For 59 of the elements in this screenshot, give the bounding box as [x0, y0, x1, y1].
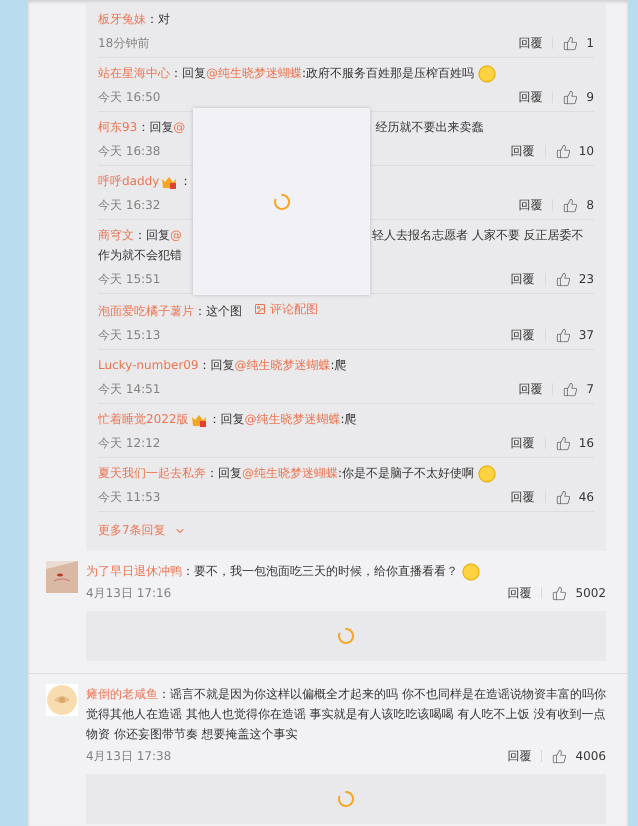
- comment-text: 忙着睡觉2022版 ：回复@纯生晓梦迷蝴蝶:爬: [98, 411, 358, 429]
- loading-spinner-icon: [272, 192, 290, 210]
- thumbs-up-icon: [556, 144, 571, 158]
- thumbs-up-icon: [552, 748, 568, 764]
- like-button[interactable]: 7: [563, 379, 594, 399]
- reply-button[interactable]: 回覆: [518, 195, 542, 215]
- comment-text: 板牙兔妹：对: [98, 11, 171, 28]
- reply-button[interactable]: 回覆: [510, 433, 535, 453]
- timestamp: 今天 16:50: [98, 89, 160, 106]
- timestamp: 今天 16:32: [98, 197, 160, 214]
- like-button[interactable]: 9: [563, 87, 594, 107]
- timestamp: 今天 15:51: [98, 271, 160, 288]
- thumbs-up-icon: [556, 272, 571, 286]
- thumbs-up-icon: [563, 198, 578, 212]
- comment-text: 呼呼daddy ：: [98, 173, 192, 191]
- like-button[interactable]: 1: [563, 33, 594, 53]
- reply-button[interactable]: 回覆: [518, 87, 542, 107]
- comment-text: 为了早日退休冲鸭：要不，我一包泡面吃三天的时候，给你直播看看？: [86, 561, 606, 581]
- like-button[interactable]: 37: [556, 325, 594, 345]
- reply-button[interactable]: 回覆: [507, 746, 532, 766]
- timestamp: 18分钟前: [98, 35, 150, 52]
- reply-button[interactable]: 回覆: [518, 379, 542, 399]
- thumbs-up-icon: [563, 36, 578, 50]
- reply-button[interactable]: 回覆: [518, 33, 542, 53]
- comment-text: 柯东93：回复@ 经历就不要出来卖蠢: [98, 119, 484, 136]
- comment-text: 瘫倒的老咸鱼：谣言不就是因为你这样以偏概全才起来的吗 你不也同样是在造谣说物资丰富的吗你觉得其他人在造谣 其他人也觉得你在造谣 事实就是有人该吃吃该喝喝 有人吃不上饭 没有收到一点物资 你还妄图带节奏 想要掩盖这个事实: [86, 686, 606, 743]
- timestamp: 今天 16:38: [98, 143, 160, 160]
- image-icon: [254, 303, 266, 315]
- comment-text: 夏天我们一起去私奔：回复@纯生晓梦迷蝴蝶:你是不是脑子不太好使啊: [98, 463, 594, 483]
- thumbs-up-icon: [556, 328, 571, 342]
- reply-button[interactable]: 回覆: [510, 269, 535, 289]
- timestamp: 今天 14:51: [98, 381, 160, 398]
- reply-button[interactable]: 回覆: [510, 141, 535, 161]
- thumbs-up-icon: [563, 90, 578, 104]
- like-button[interactable]: 16: [556, 433, 594, 453]
- timestamp: 4月13日 17:38: [86, 748, 172, 765]
- like-button[interactable]: 23: [556, 269, 594, 289]
- loading-spinner-icon: [337, 790, 355, 808]
- thumbs-up-icon: [563, 382, 578, 396]
- comment-text: 泡面爱吃橘子薯片：这个图 评论配图: [98, 299, 594, 321]
- thumbs-up-icon: [556, 436, 571, 450]
- reply-button[interactable]: 回覆: [510, 325, 535, 345]
- thumbs-up-icon: [552, 586, 568, 600]
- comment-text: Lucky-number09：回复@纯生晓梦迷蝴蝶:爬: [98, 357, 348, 374]
- loading-spinner-icon: [337, 627, 355, 645]
- timestamp: 今天 12:12: [98, 435, 160, 452]
- timestamp: 今天 15:13: [98, 327, 160, 344]
- timestamp: 今天 11:53: [98, 489, 160, 506]
- like-button[interactable]: 5002: [552, 583, 606, 603]
- thumbs-up-icon: [556, 490, 571, 504]
- timestamp: 4月13日 17:16: [86, 585, 172, 602]
- like-button[interactable]: 10: [556, 141, 594, 161]
- like-button[interactable]: 8: [563, 195, 594, 215]
- like-button[interactable]: 4006: [552, 746, 606, 766]
- comment-text: 商穹文：回复@ 轻人去报名志愿者 人家不要 反正居委不作为就不会犯错: [98, 227, 585, 264]
- comment-text: 站在星海中心：回复@纯生晓梦迷蝴蝶:政府不服务百姓那是压榨百姓吗: [98, 63, 594, 83]
- like-button[interactable]: 46: [556, 487, 594, 507]
- reply-button[interactable]: 回覆: [510, 487, 535, 507]
- reply-button[interactable]: 回覆: [507, 583, 532, 603]
